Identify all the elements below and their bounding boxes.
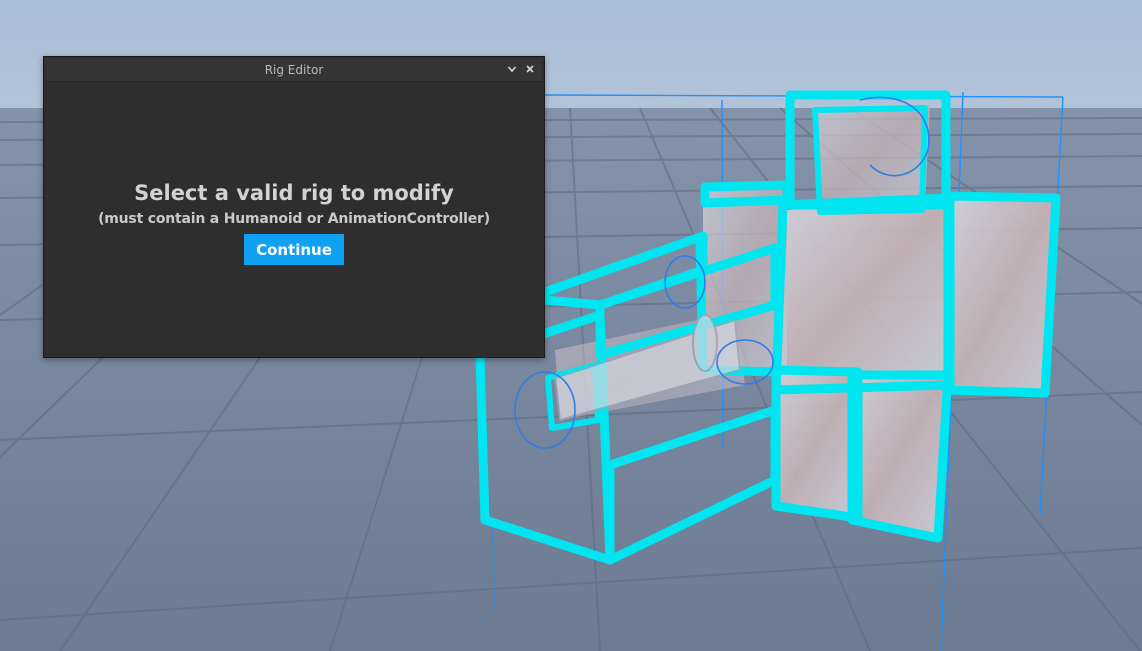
dialog-submessage: (must contain a Humanoid or AnimationCon…: [98, 211, 490, 227]
continue-button[interactable]: Continue: [244, 234, 344, 265]
window-titlebar[interactable]: Rig Editor: [46, 59, 542, 82]
window-title: Rig Editor: [264, 63, 324, 77]
close-icon[interactable]: [522, 62, 538, 78]
chevron-down-icon[interactable]: [504, 62, 520, 78]
dialog-message: Select a valid rig to modify: [134, 181, 454, 205]
rig-editor-window: Rig Editor Select a valid rig to modify …: [43, 56, 545, 358]
